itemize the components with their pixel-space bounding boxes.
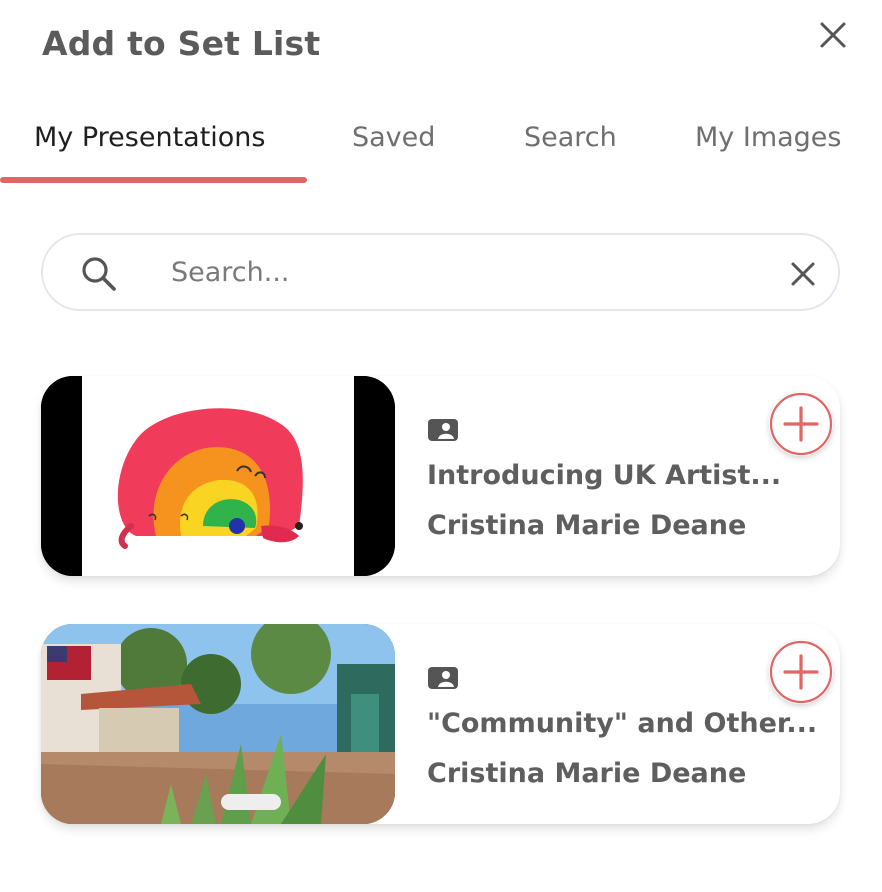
tab-search[interactable]: Search [524, 122, 617, 153]
search-icon [82, 257, 116, 291]
presentation-icon [428, 667, 458, 689]
search-input[interactable] [171, 249, 731, 295]
tab-my-presentations[interactable]: My Presentations [34, 122, 266, 153]
close-button[interactable] [814, 16, 852, 54]
presentation-card[interactable]: Introducing UK Artist... Cristina Marie … [41, 376, 840, 576]
presentation-author: Cristina Marie Deane [427, 758, 747, 789]
search-bar [41, 233, 840, 311]
dialog-title: Add to Set List [42, 24, 321, 63]
presentation-thumbnail [41, 624, 395, 824]
active-tab-indicator [0, 177, 307, 183]
presentation-title: Introducing UK Artist... [427, 460, 782, 491]
tab-bar: My Presentations Saved Search My Images [0, 110, 882, 186]
add-to-set-list-button[interactable] [769, 640, 833, 704]
close-icon [820, 22, 846, 48]
clear-search-button[interactable] [785, 256, 821, 292]
clear-icon [791, 262, 815, 286]
plus-icon [769, 392, 833, 456]
presentation-icon [428, 419, 458, 441]
presentation-title: "Community" and Other... [427, 708, 818, 739]
tab-my-images[interactable]: My Images [695, 122, 841, 153]
presentation-thumbnail [41, 376, 395, 576]
tab-saved[interactable]: Saved [352, 122, 435, 153]
presentation-card[interactable]: "Community" and Other... Cristina Marie … [41, 624, 840, 824]
add-to-set-list-button[interactable] [769, 392, 833, 456]
add-to-set-list-dialog: Add to Set List My Presentations Saved S… [0, 0, 882, 892]
plus-icon [769, 640, 833, 704]
presentation-author: Cristina Marie Deane [427, 510, 747, 541]
